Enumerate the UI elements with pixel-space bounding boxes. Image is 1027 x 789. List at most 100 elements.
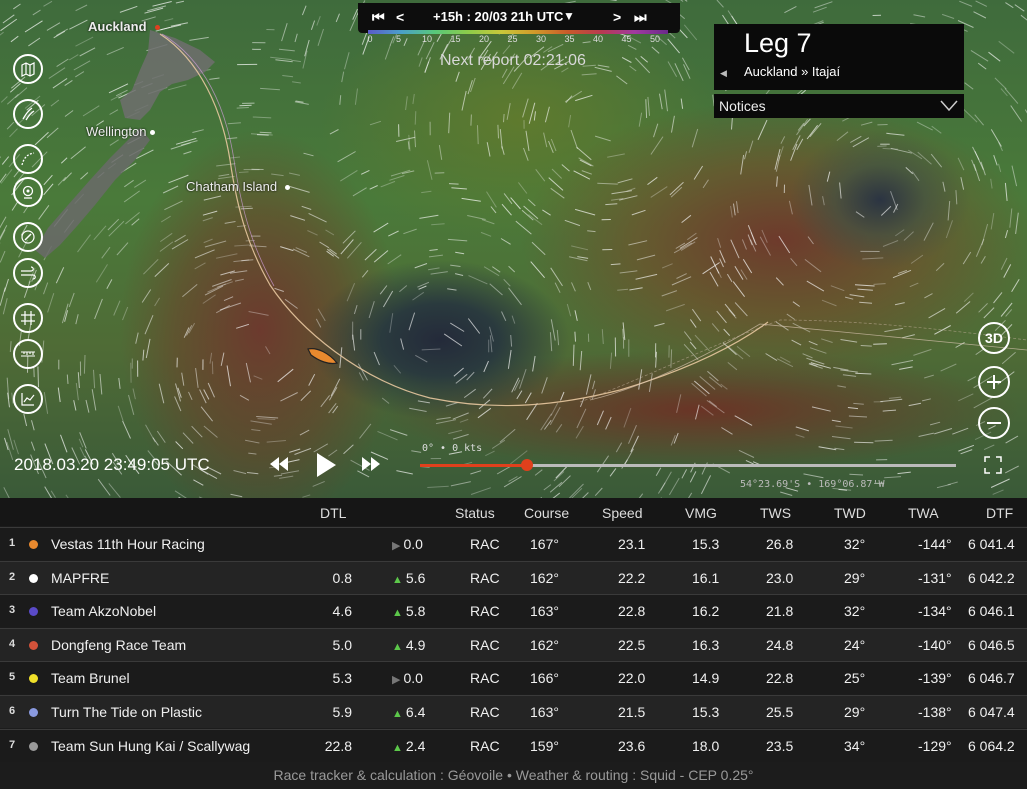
table-row[interactable]: 1 Vestas 11th Hour Racing ▶ 0.0 RAC 167° 23.1 1… — [0, 527, 1027, 560]
col-tws[interactable]: TWS — [760, 505, 791, 521]
table-row[interactable]: 6 Turn The Tide on Plastic 5.9 ▲ 6.4 RAC 163° 2… — [0, 695, 1027, 728]
boats-button[interactable] — [13, 99, 43, 129]
delta-value: 5.6 — [405, 569, 426, 586]
twd-value: 34° — [844, 737, 866, 754]
trend-icon: ▶ — [392, 674, 401, 687]
notices-dropdown[interactable]: Notices — [714, 94, 964, 118]
twd-value: 24° — [844, 636, 866, 653]
next-step-icon[interactable]: > — [613, 9, 621, 25]
ruler-button[interactable] — [13, 339, 43, 369]
status-value: RAC — [470, 670, 500, 687]
plus-icon — [987, 375, 1001, 389]
twa-value: -131° — [918, 569, 952, 586]
minus-icon — [987, 422, 1001, 424]
status-value: RAC — [470, 569, 500, 586]
twd-value: 29° — [844, 569, 866, 586]
last-step-button[interactable]: ⏭ — [634, 9, 647, 26]
col-speed[interactable]: Speed — [602, 505, 642, 521]
status-value: RAC — [470, 704, 500, 720]
dtf-value: 6 064.2 — [968, 737, 1015, 754]
course-value: 163° — [530, 603, 559, 620]
trend-icon: ▲ — [392, 708, 403, 720]
col-twd[interactable]: TWD — [834, 505, 866, 521]
rank: 4 — [9, 637, 16, 650]
team-name: MAPFRE — [51, 569, 110, 586]
scale-label: 5 — [395, 34, 401, 44]
table-row[interactable]: 5 Team Brunel 5.3 ▶ 0.0 RAC 166° 22.0 14.9 22.8 25… — [0, 661, 1027, 695]
timeline-slider[interactable] — [420, 459, 956, 471]
team-name: Turn The Tide on Plastic — [51, 704, 202, 720]
first-step-button[interactable]: ⏮ — [372, 9, 385, 26]
zoom-out-button[interactable] — [978, 407, 1010, 439]
col-twa[interactable]: TWA — [908, 505, 939, 521]
prev-leg-icon[interactable]: ◀ — [720, 68, 727, 79]
boat-icon[interactable] — [305, 345, 341, 369]
timeline-handle[interactable] — [521, 459, 533, 471]
wind-button[interactable] — [13, 258, 43, 288]
vmg-value: 14.9 — [692, 670, 720, 687]
col-course[interactable]: Course — [524, 505, 569, 521]
delta-value: 0.0 — [403, 670, 423, 687]
table-header: DTL Status Course Speed VMG TWS TWD TWA … — [0, 498, 1027, 526]
table-row[interactable]: 7 Team Sun Hung Kai / Scallywag 22.8 ▲ 2.4 RA… — [0, 728, 1027, 762]
scale-label: 30 — [535, 34, 546, 44]
dtl-delta: ▶ 0.0 — [392, 536, 423, 552]
delta-value: 2.4 — [405, 737, 426, 754]
boat-color-dot — [29, 540, 38, 549]
status-value: RAC — [470, 636, 500, 653]
vmg-value: 16.2 — [692, 603, 720, 620]
play-button[interactable] — [314, 452, 338, 478]
scale-label: 50 — [649, 34, 660, 44]
time-dropdown-icon[interactable]: ▼ — [563, 9, 575, 23]
tws-value: 26.8 — [766, 536, 794, 552]
col-vmg[interactable]: VMG — [685, 505, 717, 521]
twa-value: -139° — [918, 670, 952, 687]
speed-value: 22.0 — [618, 670, 646, 687]
delta-value: 4.9 — [405, 636, 426, 653]
routing-button[interactable] — [13, 144, 43, 174]
compass-button[interactable] — [13, 222, 43, 252]
col-dtl[interactable]: DTL — [320, 505, 346, 521]
speed-value: 22.2 — [618, 569, 646, 586]
boats-icon — [22, 107, 35, 121]
boat-color-dot — [29, 708, 38, 717]
wind-speed-scale: 0 5 10 15 20 25 30 35 40 45 50 — [358, 30, 680, 46]
time-navigator: ⏮ < +15h : 20/03 21h UTC ▼ > ⏭ — [358, 3, 680, 33]
map-layers-button[interactable] — [13, 54, 43, 84]
route-icon — [21, 152, 35, 166]
rewind-button[interactable] — [268, 455, 290, 473]
place-chatham-island: Chatham Island — [186, 179, 291, 194]
scale-label: 25 — [507, 34, 518, 44]
chevron-down-icon — [940, 100, 958, 112]
status-value: RAC — [470, 536, 500, 552]
trend-icon: ▲ — [392, 573, 403, 586]
grid-button[interactable] — [13, 303, 43, 333]
leg-title: Leg 7 — [744, 28, 812, 58]
zoom-in-button[interactable] — [978, 366, 1010, 398]
fast-forward-button[interactable] — [360, 455, 382, 473]
table-row[interactable]: 2 MAPFRE 0.8 ▲ 5.6 RAC 162° 22.2 16.1 23.0 29° -131… — [0, 560, 1027, 594]
dtl-delta: ▲ 5.8 — [392, 603, 425, 619]
table-row[interactable]: 3 Team AkzoNobel 4.6 ▲ 5.8 RAC 163° 22.8 16.2 21.… — [0, 594, 1027, 628]
tws-value: 25.5 — [766, 704, 794, 720]
3d-button[interactable]: 3D — [978, 322, 1010, 354]
table-row[interactable]: 4 Dongfeng Race Team 5.0 ▲ 4.9 RAC 162° 22.5 16.… — [0, 627, 1027, 661]
prev-step-icon[interactable]: < — [396, 9, 404, 25]
chart-icon — [21, 393, 35, 406]
timeline-progress — [420, 464, 527, 467]
delta-value: 5.8 — [405, 603, 426, 620]
weather-map[interactable]: Auckland Wellington Chatham Island ⏮ < +… — [0, 0, 1027, 498]
boat-color-dot — [29, 741, 38, 751]
trend-icon: ▲ — [392, 741, 403, 754]
speed-value: 23.1 — [618, 536, 646, 552]
col-dtf[interactable]: DTF — [986, 505, 1013, 521]
twa-value: -138° — [918, 704, 952, 720]
col-status[interactable]: Status — [455, 505, 495, 521]
chart-button[interactable] — [13, 384, 43, 414]
time-step-label[interactable]: +15h : 20/03 21h UTC — [433, 9, 563, 24]
dtl-delta: ▲ 2.4 — [392, 738, 425, 754]
speed-value: 23.6 — [618, 737, 646, 754]
fullscreen-icon[interactable] — [984, 456, 1002, 474]
camera-button[interactable] — [13, 177, 43, 207]
course-value: 159° — [530, 737, 559, 754]
